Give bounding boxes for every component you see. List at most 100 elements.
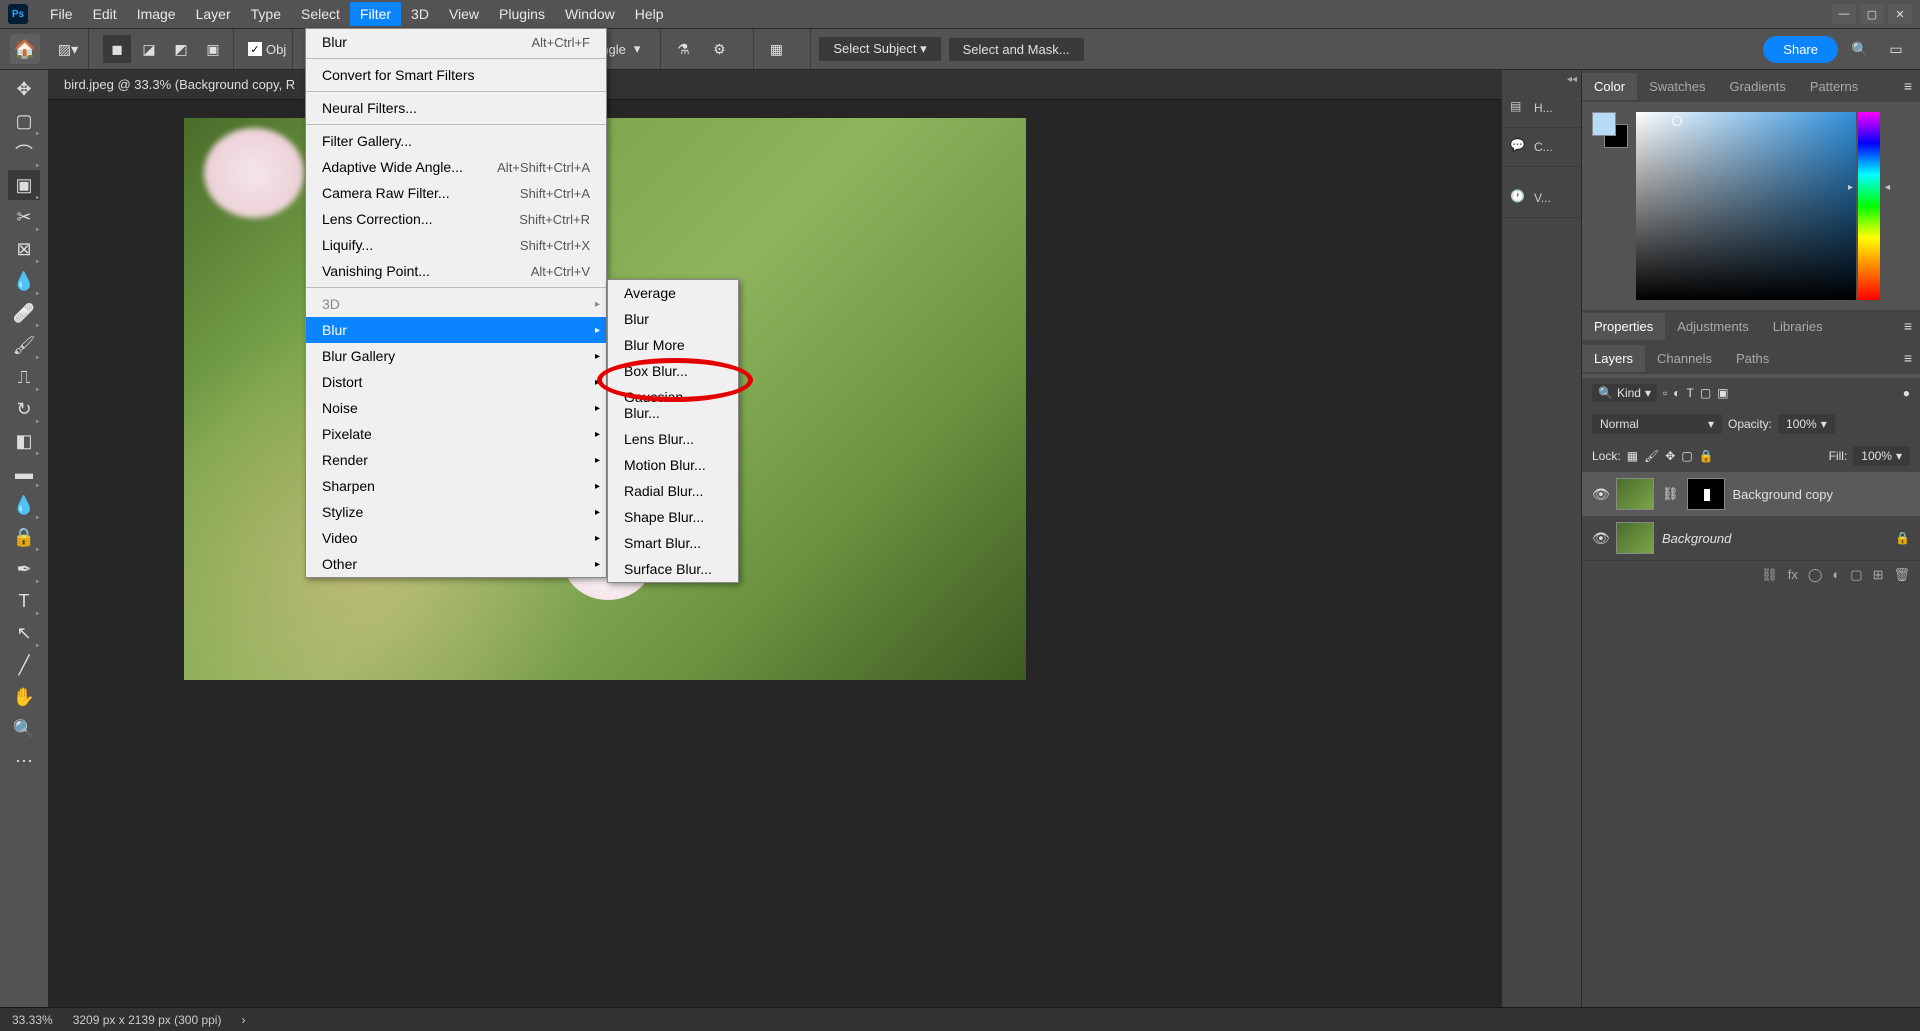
style-dropdown-icon[interactable]: ▾ (634, 41, 641, 57)
blur-more[interactable]: Blur More (608, 332, 738, 358)
filter-adjustment-icon[interactable]: ◐ (1673, 386, 1680, 400)
color-tab[interactable]: Color (1582, 73, 1637, 100)
path-tool[interactable]: ↖ (8, 618, 40, 648)
lasso-tool[interactable]: ⌒ (8, 138, 40, 168)
hand-tool[interactable]: ✋ (8, 682, 40, 712)
filter-type-icon[interactable]: T (1687, 386, 1694, 400)
lock-position-icon[interactable]: ✥ (1665, 449, 1675, 463)
menu-filter-gallery[interactable]: Filter Gallery... (306, 128, 606, 154)
stamp-tool[interactable]: ⎍ (8, 362, 40, 392)
layer-mask-icon[interactable]: ◯ (1808, 567, 1823, 583)
mask-link-icon[interactable]: ⛓ (1662, 486, 1679, 502)
menu-filter[interactable]: Filter (350, 2, 401, 26)
blur-radial[interactable]: Radial Blur... (608, 478, 738, 504)
dodge-tool[interactable]: 🔒 (8, 522, 40, 552)
brush-tool[interactable]: 🖌 (8, 330, 40, 360)
menu-3d-sub[interactable]: 3D (306, 291, 606, 317)
add-selection-icon[interactable]: ◪ (135, 35, 163, 63)
eraser-tool[interactable]: ◧ (8, 426, 40, 456)
blur-surface[interactable]: Surface Blur... (608, 556, 738, 582)
blur-motion[interactable]: Motion Blur... (608, 452, 738, 478)
healing-tool[interactable]: 🩹 (8, 298, 40, 328)
share-button[interactable]: Share (1763, 36, 1838, 63)
pen-tool[interactable]: ✒ (8, 554, 40, 584)
menu-blur-gallery-sub[interactable]: Blur Gallery (306, 343, 606, 369)
panel-menu-icon[interactable]: ≡ (1896, 318, 1920, 334)
document-tab[interactable]: bird.jpeg @ 33.3% (Background copy, R (48, 70, 1502, 100)
menu-blur-sub[interactable]: Blur (306, 317, 606, 343)
new-layer-icon[interactable]: ⊞ (1873, 567, 1884, 583)
menu-edit[interactable]: Edit (83, 2, 127, 26)
blur-lens[interactable]: Lens Blur... (608, 426, 738, 452)
layers-tab[interactable]: Layers (1582, 345, 1645, 372)
link-layers-icon[interactable]: ⛓ (1761, 567, 1778, 583)
adjustments-tab[interactable]: Adjustments (1665, 313, 1761, 340)
obj-checkbox[interactable]: ✓ (248, 42, 262, 56)
delete-layer-icon[interactable]: 🗑 (1893, 567, 1910, 583)
gradient-tool[interactable]: ▬ (8, 458, 40, 488)
menu-help[interactable]: Help (625, 2, 674, 26)
workspace-icon[interactable]: ▭ (1882, 35, 1910, 63)
blur-box[interactable]: Box Blur... (608, 358, 738, 384)
menu-sharpen-sub[interactable]: Sharpen (306, 473, 606, 499)
select-subject-button[interactable]: Select Subject ▾ (819, 37, 940, 61)
menu-file[interactable]: File (40, 2, 83, 26)
menu-video-sub[interactable]: Video (306, 525, 606, 551)
menu-last-filter[interactable]: BlurAlt+Ctrl+F (306, 29, 606, 55)
menu-convert-smart[interactable]: Convert for Smart Filters (306, 62, 606, 88)
crop-tool[interactable]: ✂ (8, 202, 40, 232)
layer-thumbnail[interactable] (1616, 478, 1654, 510)
object-selection-tool[interactable]: ▣ (8, 170, 40, 200)
adjustment-layer-icon[interactable]: ◐ (1832, 567, 1840, 583)
type-tool[interactable]: T (8, 586, 40, 616)
subtract-selection-icon[interactable]: ◩ (167, 35, 195, 63)
mask-thumbnail[interactable] (1687, 478, 1725, 510)
menu-3d[interactable]: 3D (401, 2, 439, 26)
menu-other-sub[interactable]: Other (306, 551, 606, 577)
more-tools[interactable]: ⋯ (8, 746, 40, 776)
patterns-tab[interactable]: Patterns (1798, 73, 1870, 100)
menu-plugins[interactable]: Plugins (489, 2, 555, 26)
line-tool[interactable]: ╱ (8, 650, 40, 680)
menu-liquify[interactable]: Liquify...Shift+Ctrl+X (306, 232, 606, 258)
foreground-color[interactable] (1592, 112, 1616, 136)
properties-tab[interactable]: Properties (1582, 313, 1665, 340)
canvas-viewport[interactable] (48, 100, 1502, 1007)
blend-mode-select[interactable]: Normal▾ (1592, 414, 1722, 434)
filter-pixel-icon[interactable]: ▫ (1663, 386, 1667, 400)
visibility-icon[interactable]: 👁 (1592, 530, 1608, 547)
blur-shape[interactable]: Shape Blur... (608, 504, 738, 530)
zoom-tool[interactable]: 🔍 (8, 714, 40, 744)
menu-noise-sub[interactable]: Noise (306, 395, 606, 421)
fill-input[interactable]: 100% ▾ (1853, 446, 1910, 466)
lock-transparent-icon[interactable]: ▦ (1627, 449, 1638, 463)
version-mini-tab[interactable]: 🕐V... (1502, 179, 1581, 218)
paths-tab[interactable]: Paths (1724, 345, 1781, 372)
marquee-tool[interactable]: ▢ (8, 106, 40, 136)
intersect-selection-icon[interactable]: ▣ (199, 35, 227, 63)
menu-select[interactable]: Select (291, 2, 350, 26)
menu-image[interactable]: Image (127, 2, 186, 26)
blur-smart[interactable]: Smart Blur... (608, 530, 738, 556)
eyedropper-tool[interactable]: 💧 (8, 266, 40, 296)
blur-tool[interactable]: 💧 (8, 490, 40, 520)
menu-camera-raw[interactable]: Camera Raw Filter...Shift+Ctrl+A (306, 180, 606, 206)
menu-pixelate-sub[interactable]: Pixelate (306, 421, 606, 447)
tool-preset[interactable]: ▨▾ (54, 35, 82, 63)
saturation-brightness-picker[interactable] (1636, 112, 1856, 300)
menu-window[interactable]: Window (555, 2, 625, 26)
layer-name[interactable]: Background (1662, 531, 1731, 546)
menu-render-sub[interactable]: Render (306, 447, 606, 473)
visibility-icon[interactable]: 👁 (1592, 486, 1608, 503)
opacity-input[interactable]: 100% ▾ (1778, 414, 1835, 434)
layer-row[interactable]: 👁 Background 🔒 (1582, 516, 1920, 560)
group-icon[interactable]: ▢ (1850, 567, 1862, 583)
maximize-button[interactable]: ▢ (1860, 4, 1884, 24)
hue-slider[interactable] (1858, 112, 1880, 300)
blur-blur[interactable]: Blur (608, 306, 738, 332)
lock-artboard-icon[interactable]: ▢ (1681, 449, 1692, 463)
filter-smart-icon[interactable]: ▣ (1717, 386, 1728, 400)
lock-image-icon[interactable]: 🖌 (1644, 449, 1659, 463)
layer-thumbnail[interactable] (1616, 522, 1654, 554)
menu-layer[interactable]: Layer (186, 2, 241, 26)
